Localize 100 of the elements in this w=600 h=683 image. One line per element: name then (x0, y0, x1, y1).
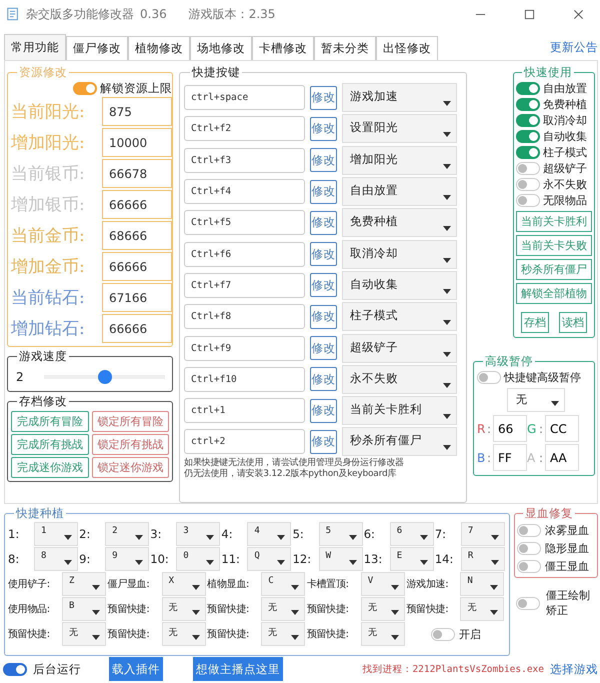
tab[interactable]: 卡槽修改 (252, 36, 314, 60)
key-dropdown[interactable]: 无 (261, 597, 306, 621)
key-dropdown[interactable]: Z (62, 572, 106, 596)
tab[interactable]: 出怪修改 (376, 36, 438, 60)
save-load-button[interactable]: 存档 (521, 312, 549, 333)
channel-field[interactable]: CC (545, 415, 579, 442)
pause-dropdown[interactable]: 无 (507, 388, 565, 412)
modify-button[interactable]: 修改 (310, 336, 337, 360)
lock-button[interactable]: 锁定所有冒险 (92, 411, 169, 432)
hotkey-field[interactable]: Ctrl+f4 (184, 179, 305, 204)
key-dropdown[interactable]: Q (247, 547, 292, 571)
value-field[interactable]: 875 (102, 97, 172, 126)
plugin-button[interactable]: 载入插件 (109, 657, 163, 681)
hotkey-field[interactable]: Ctrl+f5 (184, 210, 305, 236)
close-icon[interactable] (573, 8, 584, 20)
hotkey-field[interactable]: Ctrl+f3 (184, 148, 305, 173)
modify-button[interactable]: 修改 (310, 148, 337, 172)
action-dropdown[interactable]: 永不失败 (342, 364, 457, 394)
complete-button[interactable]: 完成迷你游戏 (11, 457, 88, 478)
action-dropdown[interactable]: 超级铲子 (342, 334, 457, 363)
action-dropdown[interactable]: 免费种植 (342, 208, 457, 238)
key-dropdown[interactable]: 8 (34, 547, 78, 571)
key-dropdown[interactable]: E (390, 547, 434, 571)
hotkey-field[interactable]: Ctrl+f6 (184, 242, 305, 267)
modify-button[interactable]: 修改 (310, 430, 337, 454)
key-dropdown[interactable]: 无 (162, 622, 206, 646)
modify-button[interactable]: 修改 (310, 273, 337, 298)
hotkey-field[interactable]: Ctrl+f7 (184, 272, 305, 298)
value-field[interactable]: 10000 (102, 128, 172, 157)
action-dropdown[interactable]: 秒杀所有僵尸 (342, 427, 457, 456)
tab[interactable]: 僵尸修改 (66, 36, 128, 60)
toggle-switch[interactable] (73, 82, 97, 94)
key-dropdown[interactable]: 1 (34, 522, 78, 546)
toggle-switch[interactable] (516, 130, 540, 142)
complete-button[interactable]: 完成所有挑战 (11, 434, 88, 455)
select-game-link[interactable]: 选择游戏 (550, 662, 598, 676)
key-dropdown[interactable]: 无 (261, 622, 306, 646)
hotkey-field[interactable]: Ctrl+f9 (184, 336, 305, 361)
key-dropdown[interactable]: 0 (176, 547, 220, 571)
value-field[interactable]: 66666 (102, 252, 172, 281)
key-dropdown[interactable]: R (460, 547, 505, 571)
key-dropdown[interactable]: 5 (318, 522, 363, 546)
lock-button[interactable]: 锁定迷你游戏 (92, 457, 169, 478)
key-dropdown[interactable]: 9 (105, 547, 150, 571)
modify-button[interactable]: 修改 (310, 116, 337, 141)
tab[interactable]: 场地修改 (190, 36, 252, 60)
key-dropdown[interactable]: 6 (390, 522, 434, 546)
toggle-switch[interactable] (516, 82, 540, 94)
key-dropdown[interactable]: 无 (360, 597, 405, 621)
modify-button[interactable]: 修改 (310, 242, 337, 266)
value-field[interactable]: 66678 (102, 159, 172, 188)
toggle-switch[interactable] (516, 146, 540, 158)
action-dropdown[interactable]: 取消冷却 (342, 240, 457, 269)
key-dropdown[interactable]: 4 (247, 522, 292, 546)
plugin-button[interactable]: 想做主播点这里 (193, 657, 283, 681)
key-dropdown[interactable]: 2 (105, 522, 150, 546)
value-field[interactable]: 66666 (102, 190, 172, 219)
key-dropdown[interactable]: B (62, 597, 106, 621)
hotkey-field[interactable]: Ctrl+f2 (184, 116, 305, 142)
channel-field[interactable]: AA (545, 444, 579, 471)
value-field[interactable]: 67166 (102, 283, 172, 312)
channel-field[interactable]: 66 (493, 415, 527, 442)
action-button[interactable]: 解锁全部植物 (516, 283, 592, 304)
channel-field[interactable]: FF (493, 444, 527, 471)
save-load-button[interactable]: 读档 (559, 312, 587, 333)
key-dropdown[interactable]: 7 (460, 522, 505, 546)
tab[interactable]: 植物修改 (128, 36, 190, 60)
action-dropdown[interactable]: 游戏加速 (342, 83, 457, 112)
modify-button[interactable]: 修改 (310, 210, 337, 235)
key-dropdown[interactable]: 无 (62, 622, 106, 646)
key-dropdown[interactable]: 无 (460, 597, 504, 621)
action-dropdown[interactable]: 柱子模式 (342, 302, 457, 332)
action-button[interactable]: 当前关卡胜利 (516, 211, 592, 232)
maximize-icon[interactable] (524, 8, 535, 20)
key-dropdown[interactable]: W (318, 547, 363, 571)
key-dropdown[interactable]: N (460, 572, 504, 596)
hotkey-field[interactable]: ctrl+1 (184, 398, 305, 424)
action-button[interactable]: 秒杀所有僵尸 (516, 259, 592, 280)
toggle-switch[interactable] (516, 114, 540, 126)
toggle-switch[interactable] (516, 98, 540, 110)
toggle-switch[interactable] (3, 662, 27, 676)
modify-button[interactable]: 修改 (310, 367, 337, 392)
hotkey-field[interactable]: ctrl+2 (184, 429, 305, 454)
key-dropdown[interactable]: 无 (360, 622, 405, 646)
lock-button[interactable]: 锁定所有挑战 (92, 434, 169, 455)
tab[interactable]: 常用功能 (4, 34, 66, 60)
key-dropdown[interactable]: 3 (176, 522, 220, 546)
hotkey-field[interactable]: Ctrl+f10 (184, 366, 305, 392)
action-dropdown[interactable]: 自动收集 (342, 270, 457, 300)
hotkey-field[interactable]: ctrl+space (184, 85, 305, 110)
key-dropdown[interactable]: C (261, 572, 306, 596)
action-dropdown[interactable]: 增加阳光 (342, 146, 457, 175)
value-field[interactable]: 68666 (102, 221, 172, 250)
modify-button[interactable]: 修改 (310, 304, 337, 329)
action-dropdown[interactable]: 设置阳光 (342, 114, 457, 144)
slider-thumb[interactable] (98, 370, 112, 384)
modify-button[interactable]: 修改 (310, 398, 337, 423)
hotkey-field[interactable]: Ctrl+f8 (184, 304, 305, 330)
complete-button[interactable]: 完成所有冒险 (11, 411, 88, 432)
action-button[interactable]: 当前关卡失败 (516, 235, 592, 256)
